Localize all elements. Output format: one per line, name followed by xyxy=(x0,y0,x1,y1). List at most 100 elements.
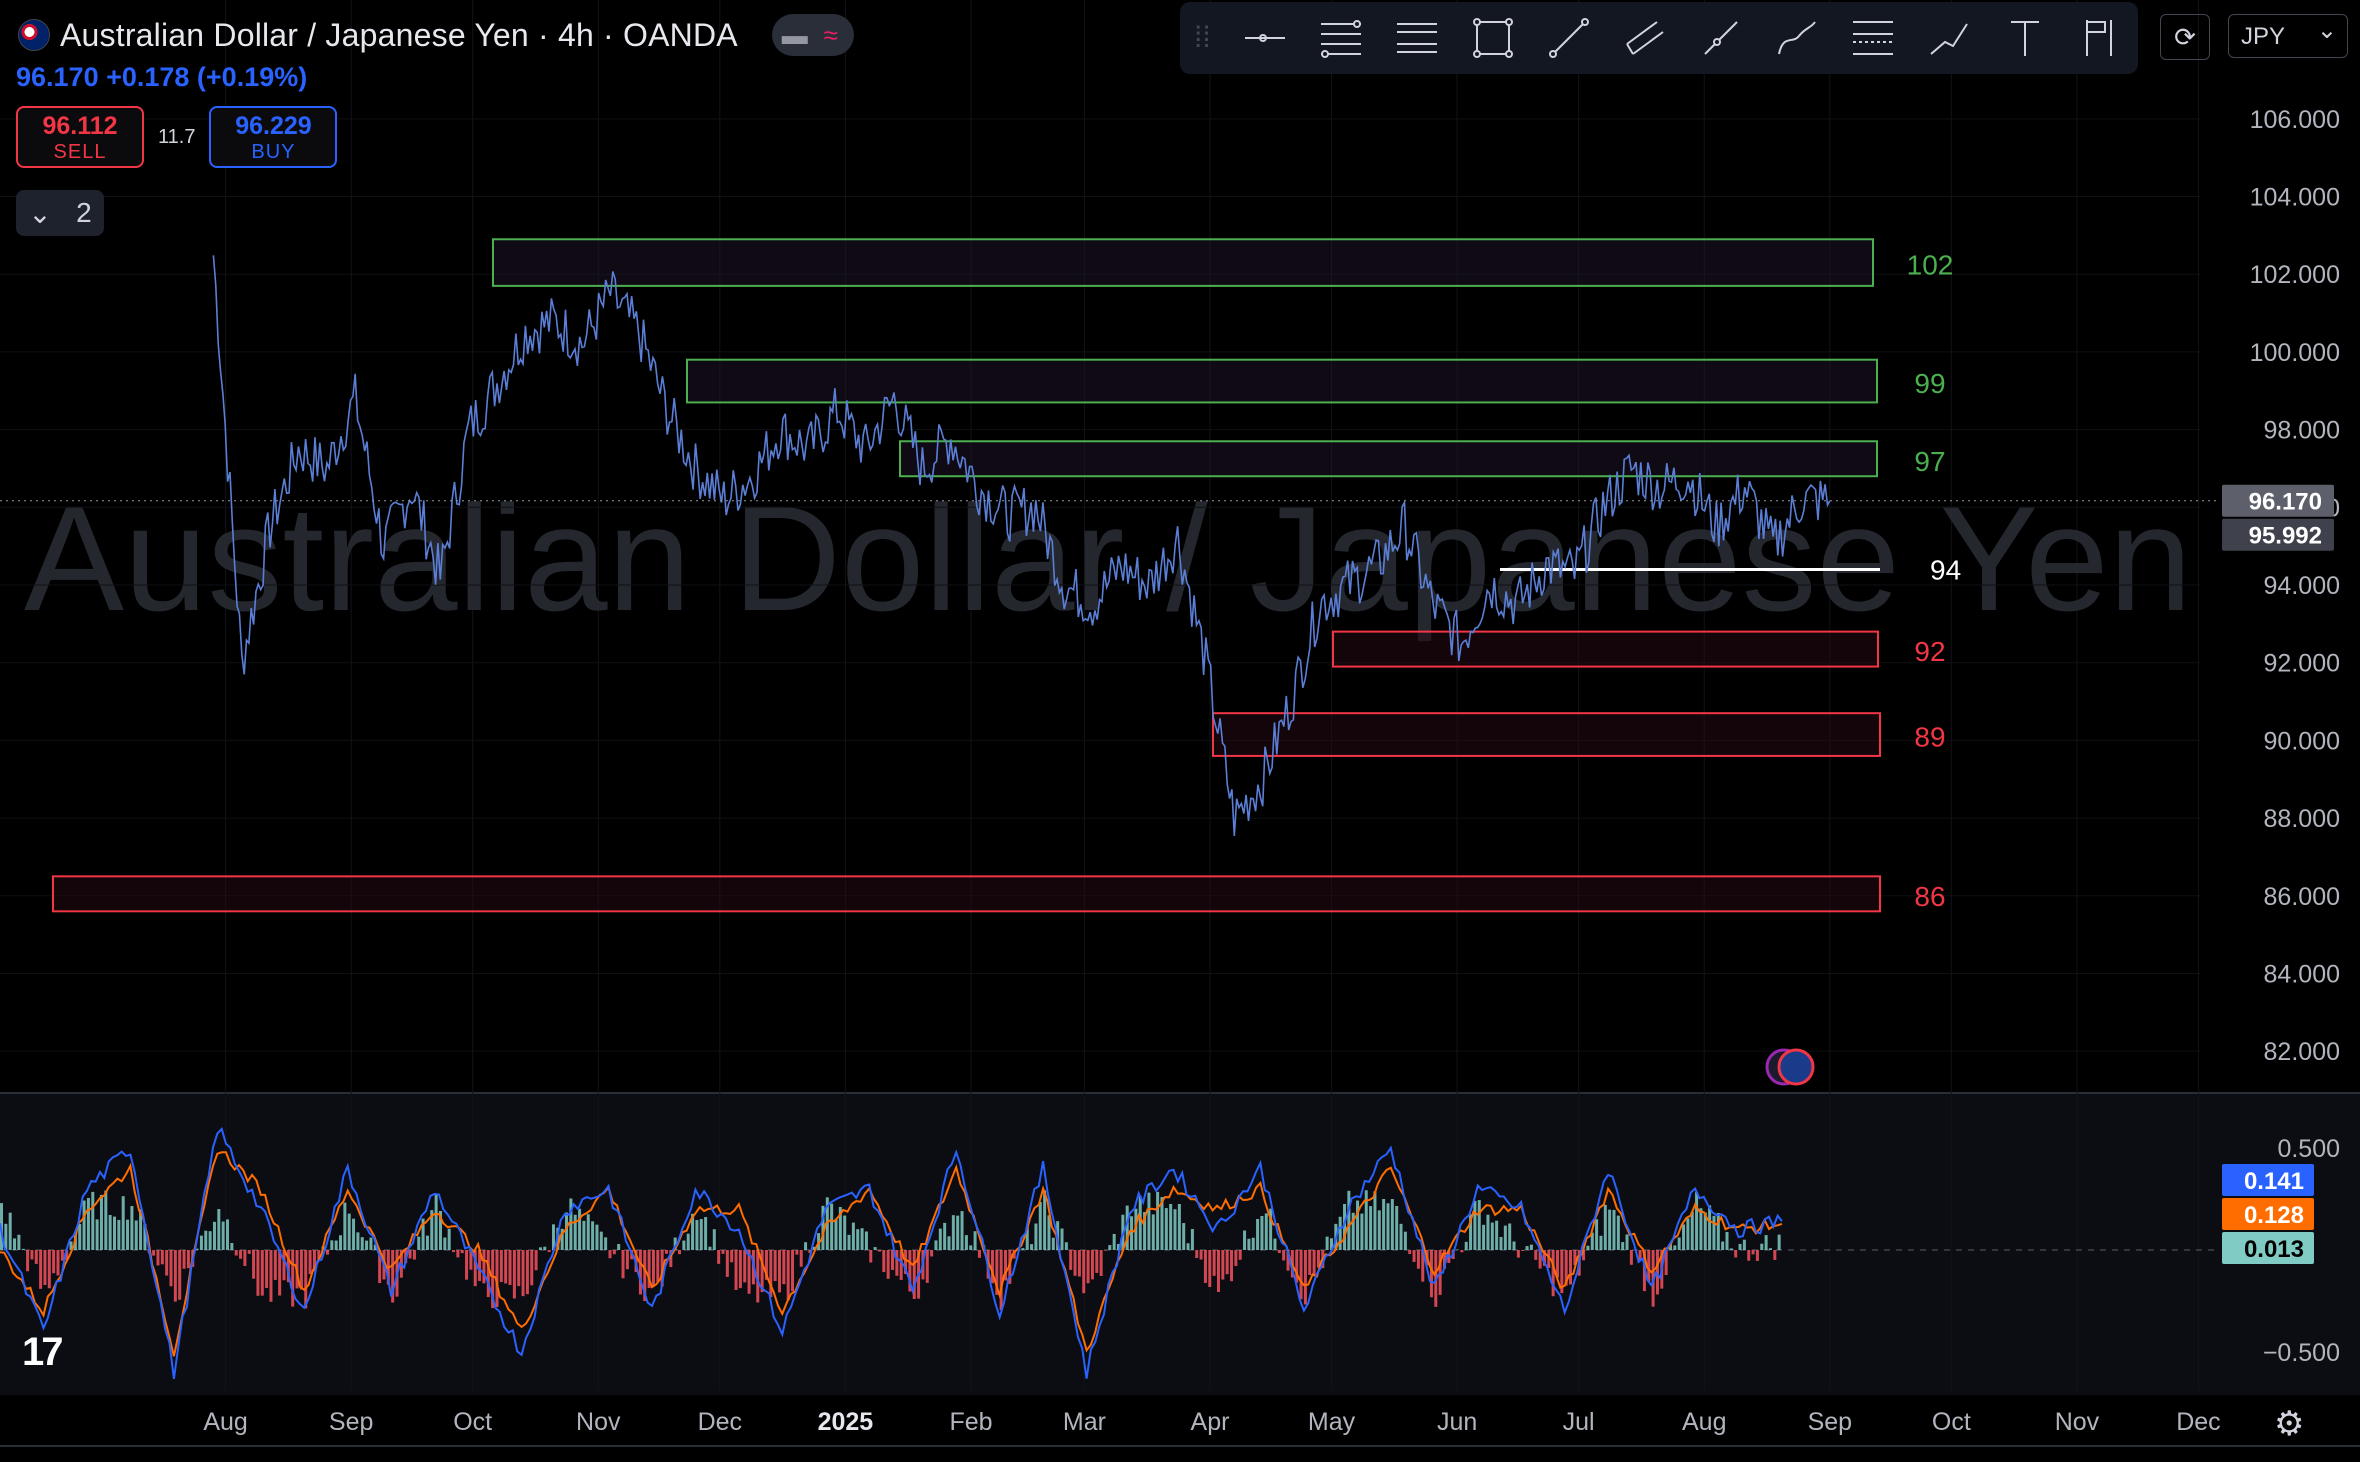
histogram-bar xyxy=(1708,1205,1712,1250)
histogram-bar xyxy=(1299,1250,1303,1300)
histogram-bar xyxy=(734,1250,738,1290)
chart-canvas[interactable]: Aug Sep Oct Nov Dec 2025 Feb Mar Apr May Jun Jul Aug… xyxy=(0,0,2360,1462)
histogram-bar xyxy=(330,1240,334,1250)
histogram-bar xyxy=(186,1250,190,1269)
buy-button[interactable]: 96.229 BUY xyxy=(209,106,338,168)
histogram-bar xyxy=(1212,1250,1216,1276)
indicators-toggle[interactable]: ⌄ 2 xyxy=(16,190,104,236)
histogram-bar xyxy=(47,1250,51,1289)
histogram-bar xyxy=(1021,1248,1025,1250)
histogram-bar xyxy=(977,1250,981,1258)
x-tick-label: May xyxy=(1308,1408,1356,1436)
histogram-bar xyxy=(804,1242,808,1250)
histogram-bar xyxy=(56,1250,60,1276)
histogram-bar xyxy=(1369,1206,1373,1250)
y-tick-label: 104.000 xyxy=(2250,184,2340,212)
histogram-bar xyxy=(947,1236,951,1250)
sell-price: 96.112 xyxy=(42,112,118,140)
currency-select[interactable]: JPY xyxy=(2228,9,2348,58)
histogram-bar xyxy=(1512,1241,1516,1250)
histogram-bar xyxy=(1416,1250,1420,1269)
osc-tag-label: 0.128 xyxy=(2244,1202,2304,1229)
histogram-bar xyxy=(86,1197,90,1250)
histogram-bar xyxy=(343,1202,347,1250)
wave-icon[interactable]: ≈ xyxy=(814,18,848,52)
histogram-bar xyxy=(1403,1231,1407,1250)
histogram-bar xyxy=(252,1250,256,1279)
flag-icon[interactable] xyxy=(2072,9,2130,67)
text-tool-icon[interactable] xyxy=(1996,9,2054,67)
histogram-bar xyxy=(1734,1250,1738,1258)
histogram-bar xyxy=(1608,1209,1612,1250)
histogram-bar xyxy=(291,1250,295,1307)
horizontal-ray-icon[interactable] xyxy=(1236,9,1294,67)
histogram-bar xyxy=(260,1250,264,1296)
chevron-down-icon: ⌄ xyxy=(28,197,52,229)
histogram-bar xyxy=(1173,1209,1177,1250)
rectangle-icon[interactable] xyxy=(1464,9,1522,67)
histogram-bar xyxy=(1486,1214,1490,1250)
sell-button[interactable]: 96.112 SELL xyxy=(16,106,144,168)
zone-label: 102 xyxy=(1907,250,1954,281)
header-actions: ▬ ≈ xyxy=(771,14,854,56)
x-tick-label: Jun xyxy=(1437,1408,1477,1436)
histogram-bar xyxy=(443,1237,447,1250)
ray-arrow-icon[interactable] xyxy=(1692,9,1750,67)
x-tick-label: Jul xyxy=(1563,1408,1595,1436)
minimize-icon[interactable]: ▬ xyxy=(778,18,812,52)
histogram-bar xyxy=(830,1203,834,1250)
path-icon[interactable] xyxy=(1920,9,1978,67)
histogram-bar xyxy=(882,1250,886,1273)
histogram-bar xyxy=(638,1250,642,1295)
histogram-bar xyxy=(1112,1233,1116,1250)
trade-panel: 96.112 SELL 11.7 96.229 BUY xyxy=(16,106,338,168)
x-tick-label: Oct xyxy=(453,1408,492,1436)
histogram-bar xyxy=(1060,1228,1064,1250)
histogram-bar xyxy=(1190,1228,1194,1250)
settings-gear-icon[interactable]: ⚙ xyxy=(2274,1404,2304,1444)
drag-handle-icon[interactable]: ⁞⁞ xyxy=(1194,21,1218,55)
sync-icon[interactable]: ⟳ xyxy=(2160,14,2210,60)
histogram-bar xyxy=(1086,1250,1090,1284)
histogram-bar xyxy=(99,1194,103,1250)
histogram-bar xyxy=(1738,1243,1742,1250)
fib-extension-icon[interactable] xyxy=(1844,9,1902,67)
histogram-bar xyxy=(1169,1203,1173,1250)
histogram-bar xyxy=(1282,1250,1286,1261)
histogram-bar xyxy=(1256,1218,1260,1250)
fib-retracement-icon[interactable] xyxy=(1312,9,1370,67)
histogram-bar xyxy=(273,1250,277,1280)
parallel-channel-icon[interactable] xyxy=(1616,9,1674,67)
histogram-bar xyxy=(230,1242,234,1250)
histogram-bar xyxy=(1408,1250,1412,1254)
trend-line-icon[interactable] xyxy=(1540,9,1598,67)
histogram-bar xyxy=(1147,1192,1151,1250)
histogram-bar xyxy=(308,1250,312,1275)
histogram-bar xyxy=(1082,1250,1086,1294)
histogram-bar xyxy=(1312,1250,1316,1277)
histogram-bar xyxy=(1069,1250,1073,1270)
tradingview-logo: 17 xyxy=(22,1330,63,1374)
histogram-bar xyxy=(212,1221,216,1250)
histogram-bar xyxy=(282,1250,286,1281)
symbol-title[interactable]: Australian Dollar / Japanese Yen · 4h · … xyxy=(60,17,738,54)
parallel-lines-icon[interactable] xyxy=(1388,9,1446,67)
y-tick-label: 88.000 xyxy=(2264,805,2340,833)
histogram-bar xyxy=(860,1228,864,1250)
histogram-bar xyxy=(91,1191,95,1250)
histogram-bar xyxy=(525,1250,529,1295)
histogram-bar xyxy=(777,1250,781,1293)
osc-y-tick-label: −0.500 xyxy=(2263,1339,2340,1367)
histogram-bar xyxy=(369,1237,373,1250)
osc-tag-label: 0.013 xyxy=(2244,1236,2304,1263)
histogram-bar xyxy=(82,1200,86,1250)
histogram-bar xyxy=(1164,1208,1168,1250)
histogram-bar xyxy=(113,1216,117,1250)
histogram-bar xyxy=(1429,1250,1433,1298)
histogram-bar xyxy=(1377,1210,1381,1250)
histogram-bar xyxy=(625,1250,629,1270)
histogram-bar xyxy=(1034,1223,1038,1250)
brush-icon[interactable] xyxy=(1768,9,1826,67)
zone-rect xyxy=(1212,712,1881,757)
histogram-bar xyxy=(1464,1241,1468,1250)
